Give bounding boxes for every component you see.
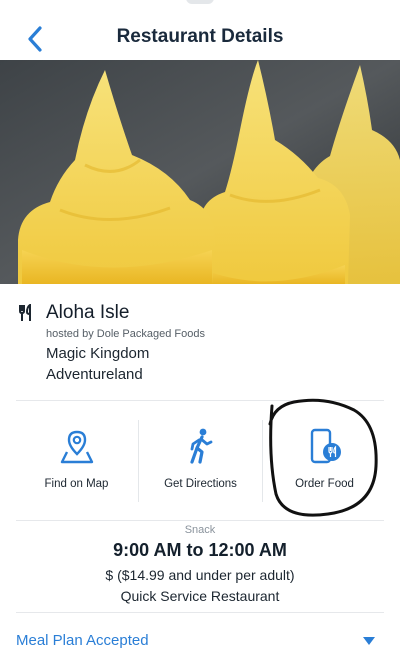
price-range: $ ($14.99 and under per adult) <box>105 567 295 583</box>
action-row: Find on Map Get Directions Order Food <box>0 402 400 520</box>
restaurant-details: Snack 9:00 AM to 12:00 AM $ ($14.99 and … <box>0 522 400 612</box>
meal-plan-accordion[interactable]: Meal Plan Accepted <box>0 616 400 671</box>
get-directions-label: Get Directions <box>164 478 237 490</box>
page-title: Restaurant Details <box>116 26 284 47</box>
walking-person-icon <box>189 428 212 464</box>
get-directions-button[interactable]: Get Directions <box>134 402 267 520</box>
map-pin-icon <box>60 430 93 464</box>
order-food-button[interactable]: Order Food <box>258 402 391 520</box>
divider <box>16 520 384 521</box>
divider <box>16 400 384 401</box>
order-food-label: Order Food <box>295 478 354 490</box>
restaurant-info: Aloha Isle hosted by Dole Packaged Foods… <box>0 284 400 400</box>
mobile-order-icon <box>310 428 341 464</box>
restaurant-name: Aloha Isle <box>46 302 130 323</box>
find-on-map-label: Find on Map <box>44 478 109 490</box>
divider <box>16 612 384 613</box>
service-type: Quick Service Restaurant <box>120 588 280 604</box>
meal-plan-label: Meal Plan Accepted <box>16 632 149 649</box>
meal-type: Snack <box>184 524 216 536</box>
nav-bar: Restaurant Details <box>0 0 400 60</box>
restaurant-host: hosted by Dole Packaged Foods <box>46 328 205 340</box>
caret-down-icon <box>363 637 375 645</box>
restaurant-photo <box>0 60 400 284</box>
find-on-map-button[interactable]: Find on Map <box>10 402 143 520</box>
land-name: Adventureland <box>46 366 143 383</box>
park-name: Magic Kingdom <box>46 345 150 362</box>
fork-knife-icon <box>19 304 31 321</box>
operating-hours: 9:00 AM to 12:00 AM <box>113 540 287 560</box>
status-notch <box>186 0 214 4</box>
